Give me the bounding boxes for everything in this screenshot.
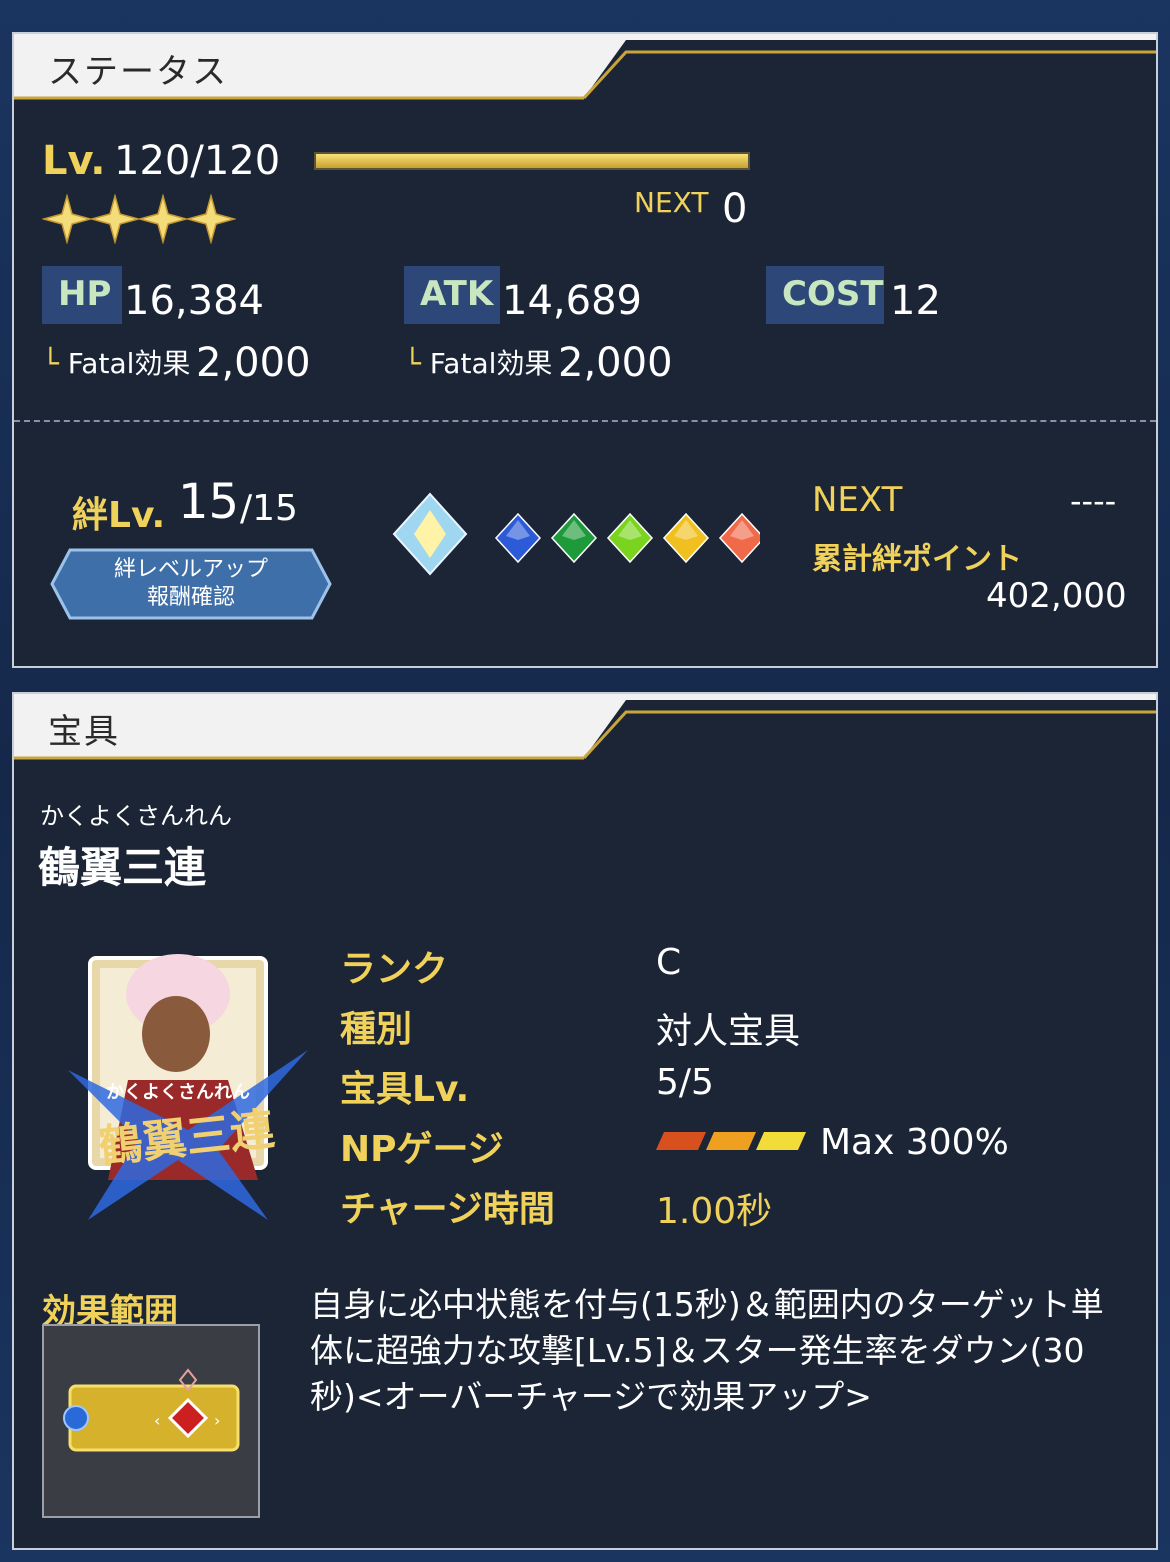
fatal-hp-value: 2,000 [196,340,311,386]
divider [14,420,1156,422]
rarity-stars [41,193,237,248]
player-marker-icon [63,1405,89,1431]
star-icon [41,193,93,245]
next-label: NEXT [634,186,709,219]
bond-reward-button[interactable]: 絆レベルアップ 報酬確認 [50,548,332,620]
bond-total-label: 累計絆ポイント [812,542,1022,577]
star-icon [137,193,189,245]
bond-gem-icon [606,512,654,564]
bond-next-value: ---- [1070,482,1117,520]
level-progress-fill [316,154,748,168]
np-header: 宝具 [14,694,1156,760]
fatal-atk-row: └ Fatal効果 [404,342,552,382]
atk-value: 14,689 [502,278,642,324]
np-level-value: 5/5 [656,1062,714,1103]
star-icon [89,193,141,245]
status-header: ステータス [14,34,1156,100]
fatal-hp-row: └ Fatal効果 [42,342,190,382]
np-gauge-label: NPゲージ [340,1129,504,1170]
bond-level-max: /15 [240,488,298,529]
range-diagram: ‹ › [42,1324,260,1518]
bond-level-label: 絆Lv. [72,495,166,536]
hp-label: HP [42,266,122,324]
cost-label: COST [766,266,884,324]
level-label: Lv. [42,138,106,184]
branch-icon: └ [42,347,59,380]
next-value: 0 [722,186,748,232]
bond-button-line1: 絆レベルアップ [113,557,268,582]
bond-gem-icon [662,512,710,564]
type-value: 対人宝具 [656,1011,801,1052]
bond-gem-icon [718,512,760,564]
level-progress-bar [314,152,750,170]
bond-total-value: 402,000 [986,576,1127,616]
np-card-art [68,954,308,1220]
cost-value: 12 [890,278,941,324]
svg-text:›: › [214,1411,220,1430]
np-name: 鶴翼三連 [38,843,207,892]
bond-level-current: 15 [178,474,240,530]
hp-value: 16,384 [124,278,264,324]
bond-gem-icon [550,512,598,564]
bond-gems [392,492,760,576]
np-card: かくよくさんれん 鶴翼三連 [68,930,308,1220]
multicolor-gem-icon [392,492,468,576]
bond-gem-icon [494,512,542,564]
fatal-atk-value: 2,000 [558,340,673,386]
status-title: ステータス [48,52,228,92]
svg-text:‹: ‹ [154,1411,160,1430]
np-title: 宝具 [48,712,120,752]
charge-time-label: チャージ時間 [340,1189,555,1230]
fatal-atk-label: Fatal効果 [429,347,553,380]
atk-label: ATK [404,266,500,324]
np-description: 自身に必中状態を付与(15秒)＆範囲内のターゲット単体に超強力な攻撃[Lv.5]… [310,1285,1104,1416]
np-gauge-value: Max 300% [820,1122,1009,1163]
rank-value: C [656,942,682,983]
branch-icon: └ [404,347,421,380]
np-gauge-icon [656,1132,806,1150]
noble-phantasm-panel: 宝具 かくよくさんれん 鶴翼三連 かくよくさんれん 鶴翼三連 ランク C 種別 … [12,692,1158,1550]
status-panel: ステータス Lv. 120/120 NEXT 0 HP 16,384 ATK 1… [12,32,1158,668]
bond-next-label: NEXT [812,480,903,520]
type-label: 種別 [340,1009,413,1050]
star-icon [185,193,237,245]
level-value: 120/120 [114,138,281,184]
charge-time-value: 1.00秒 [656,1191,773,1232]
bond-button-line2: 報酬確認 [146,585,235,610]
rank-label: ランク [340,949,449,990]
np-ruby: かくよくさんれん [40,802,232,830]
fatal-hp-label: Fatal効果 [67,347,191,380]
np-level-label: 宝具Lv. [340,1069,470,1110]
